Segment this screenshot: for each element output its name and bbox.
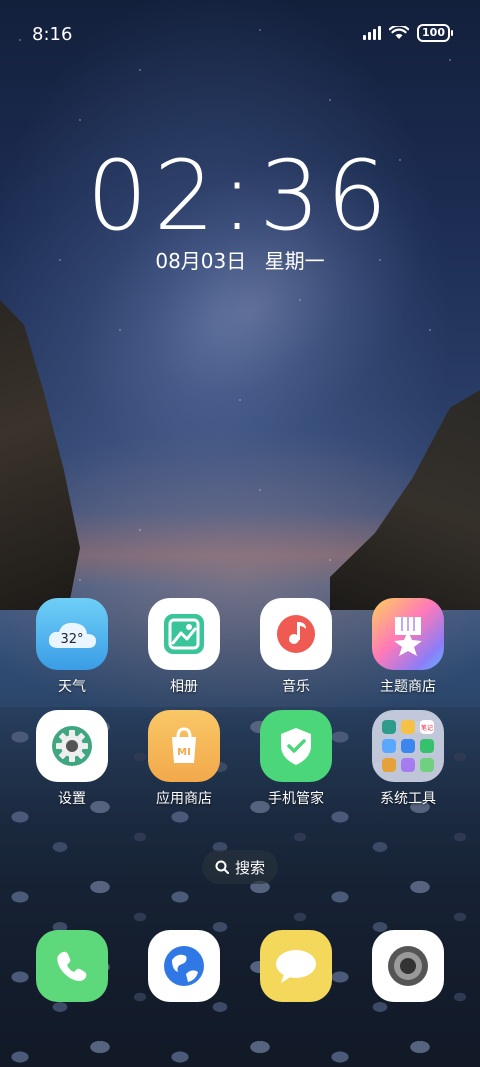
status-bar: 8:16 100 — [0, 0, 480, 68]
app-label: 主题商店 — [380, 679, 436, 695]
security-icon — [260, 710, 332, 782]
app-label: 相册 — [170, 679, 198, 695]
dock-phone[interactable] — [16, 930, 128, 1002]
browser-icon — [148, 930, 220, 1002]
app-gallery[interactable]: 相册 — [128, 598, 240, 696]
camera-icon — [372, 930, 444, 1002]
music-icon — [260, 598, 332, 670]
app-store-icon: MI — [148, 710, 220, 782]
status-time: 8:16 — [32, 24, 73, 45]
battery-icon: 100 — [417, 24, 453, 42]
cell-signal-icon — [363, 26, 382, 40]
wallpaper-left-cliff — [0, 300, 80, 610]
messages-icon — [260, 930, 332, 1002]
wifi-icon — [389, 26, 410, 39]
weekday-text: 星期一 — [264, 249, 325, 273]
app-app-store[interactable]: MI 应用商店 — [128, 710, 240, 808]
app-grid: 32° 天气 相册 音乐 主题商店 设置 MI 应用商店 手机管家 笔记 系统工… — [16, 598, 464, 808]
weather-temp: 32° — [60, 632, 83, 647]
app-security[interactable]: 手机管家 — [240, 710, 352, 808]
status-icons: 100 — [363, 24, 453, 42]
weather-icon: 32° — [36, 598, 108, 670]
settings-icon — [36, 710, 108, 782]
search-icon — [215, 860, 229, 874]
wallpaper-right-cliff — [330, 390, 480, 610]
home-date[interactable]: 08月03日 星期一 — [0, 245, 480, 274]
app-theme-store[interactable]: 主题商店 — [352, 598, 464, 696]
theme-store-icon — [372, 598, 444, 670]
app-weather[interactable]: 32° 天气 — [16, 598, 128, 696]
app-label: 系统工具 — [380, 791, 436, 807]
app-settings[interactable]: 设置 — [16, 710, 128, 808]
folder-note-label: 笔记 — [421, 724, 433, 732]
folder-system-tools[interactable]: 笔记 系统工具 — [352, 710, 464, 808]
app-label: 音乐 — [282, 679, 310, 695]
app-music[interactable]: 音乐 — [240, 598, 352, 696]
dock-browser[interactable] — [128, 930, 240, 1002]
search-button[interactable]: 搜索 — [202, 850, 278, 884]
app-label: 天气 — [58, 679, 86, 695]
dock-camera[interactable] — [352, 930, 464, 1002]
app-label: 手机管家 — [268, 791, 324, 807]
app-label: 设置 — [58, 791, 86, 807]
dock — [16, 930, 464, 1002]
app-store-mark: MI — [177, 747, 191, 758]
system-tools-folder-icon: 笔记 — [372, 710, 444, 782]
search-label: 搜索 — [234, 858, 265, 877]
date-text: 08月03日 — [155, 249, 247, 273]
phone-icon — [36, 930, 108, 1002]
home-clock[interactable]: 02:36 — [0, 140, 480, 252]
gallery-icon — [148, 598, 220, 670]
dock-messages[interactable] — [240, 930, 352, 1002]
app-label: 应用商店 — [156, 791, 212, 807]
